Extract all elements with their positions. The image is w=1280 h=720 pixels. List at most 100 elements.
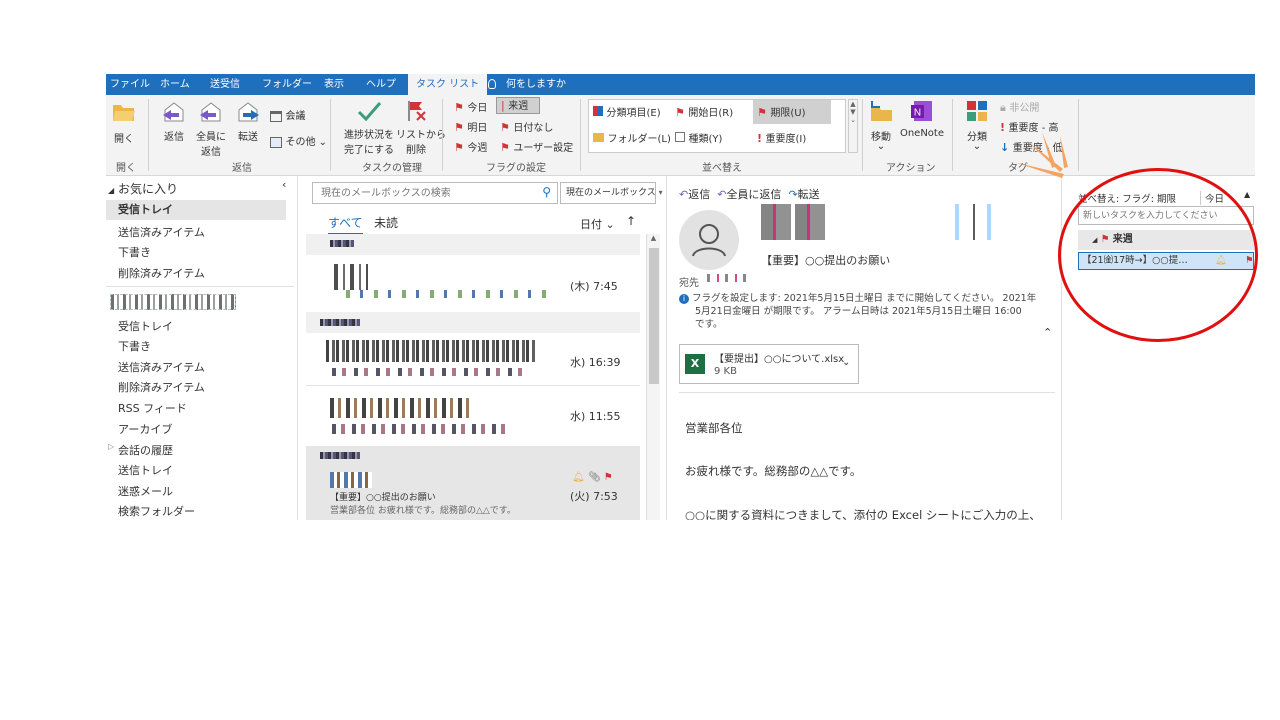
attachment[interactable]: X 【要提出】○○について.xlsx 9 KB ⌄ xyxy=(679,344,859,384)
folder-archive[interactable]: アーカイブ xyxy=(118,421,172,437)
sort-by-date-button[interactable]: 日付 ⌄ xyxy=(580,216,615,232)
other-button[interactable]: その他 ⌄ xyxy=(270,133,327,148)
task-group-next-week[interactable]: ◢ ⚑ 来週 xyxy=(1078,230,1254,250)
exclamation-icon: ! xyxy=(757,132,763,145)
tab-view[interactable]: 表示 xyxy=(324,74,344,95)
list-item[interactable]: 水) 16:39 xyxy=(306,334,640,386)
attachment-name: 【要提出】○○について.xlsx xyxy=(714,354,845,365)
folder-conversation-history[interactable]: 会話の履歴 xyxy=(118,442,173,458)
open-button[interactable]: 開く xyxy=(112,101,136,145)
meeting-button[interactable]: 会議 xyxy=(270,107,306,122)
tab-folder[interactable]: フォルダー xyxy=(262,74,312,95)
category-tiles-icon xyxy=(967,101,987,121)
category-icon xyxy=(593,106,603,116)
avatar[interactable] xyxy=(679,210,739,270)
folder-outbox[interactable]: 送信トレイ xyxy=(118,462,173,478)
sort-folder-button[interactable]: フォルダー(L) xyxy=(593,130,671,145)
account-header-redacted[interactable] xyxy=(110,294,236,310)
excel-icon: X xyxy=(685,354,705,374)
reply-all-button[interactable]: 全員に 返信 xyxy=(196,101,226,158)
scrollbar-thumb[interactable] xyxy=(649,248,659,384)
forward-button[interactable]: ↷転送 xyxy=(788,188,819,201)
sort-due-date-button[interactable]: ⚑ 期限(U) xyxy=(753,100,831,124)
ribbon-separator xyxy=(330,99,331,171)
onenote-button[interactable]: N OneNote xyxy=(898,99,946,139)
folder-open-icon xyxy=(113,105,135,121)
pane-divider xyxy=(106,286,294,287)
collapse-header-icon[interactable]: ⌃ xyxy=(1043,326,1052,339)
reply-button[interactable]: 返信 xyxy=(160,101,188,143)
tab-send-receive[interactable]: 送受信 xyxy=(210,74,240,95)
recipient-redacted[interactable] xyxy=(707,274,747,282)
tab-home[interactable]: ホーム xyxy=(160,74,190,95)
flag-this-week-button[interactable]: ⚑ 今週 xyxy=(454,139,487,154)
ribbon-separator xyxy=(580,99,581,171)
list-scrollbar[interactable]: ▲ xyxy=(646,234,660,520)
folder-search[interactable]: 検索フォルダー xyxy=(118,503,195,519)
classify-button[interactable]: 分類 ⌄ xyxy=(962,99,992,152)
scroll-up-icon[interactable]: ▲ xyxy=(1244,190,1250,199)
flag-next-week-button[interactable]: | 来週 xyxy=(496,97,540,114)
todo-sort-label[interactable]: 並べ替え: フラグ: 期限 xyxy=(1078,191,1176,205)
reply-button[interactable]: ↶返信 xyxy=(679,188,710,201)
folder-drafts-favorite[interactable]: 下書き xyxy=(118,244,151,260)
flag-icon[interactable]: ⚑ xyxy=(604,472,613,483)
folder-rss[interactable]: RSS フィード xyxy=(118,400,187,416)
reply-all-button[interactable]: ↶全員に返信 xyxy=(717,188,781,201)
flag-tomorrow-button[interactable]: ⚑ 明日 xyxy=(454,119,487,134)
search-scope-dropdown[interactable]: 現在のメールボックス ▾ xyxy=(560,182,663,204)
tab-help[interactable]: ヘルプ xyxy=(366,74,396,95)
flag-icon[interactable]: ⚑ xyxy=(1245,253,1253,269)
tab-file[interactable]: ファイル xyxy=(110,74,150,95)
item-time: 水) 11:55 xyxy=(570,410,621,423)
forward-button[interactable]: 転送 xyxy=(234,101,262,143)
sort-direction-arrow-icon[interactable]: ↑ xyxy=(626,214,636,228)
private-button[interactable]: 🔒︎ 非公開 xyxy=(1000,99,1039,115)
tell-me-box[interactable]: 何をしますか xyxy=(488,74,566,95)
search-box[interactable]: ⚲ xyxy=(312,182,558,204)
folder-inbox[interactable]: 受信トレイ xyxy=(118,318,173,334)
flag-no-date-button[interactable]: ⚑ 日付なし xyxy=(500,119,553,134)
task-item[interactable]: 【21㈮17時→】○○提… 🔔︎ ⚑ xyxy=(1078,252,1254,270)
folder-sent-favorite[interactable]: 送信済みアイテム xyxy=(118,224,205,240)
search-input[interactable] xyxy=(313,183,533,203)
search-icon[interactable]: ⚲ xyxy=(542,185,551,199)
list-item[interactable]: 水) 11:55 xyxy=(306,388,640,444)
sort-start-date-button[interactable]: ⚑ 開始日(R) xyxy=(675,104,733,119)
move-button[interactable]: 移動 ⌄ xyxy=(866,99,896,152)
list-group-header[interactable] xyxy=(306,234,640,255)
forward-icon: ↷ xyxy=(788,188,798,201)
list-item-selected[interactable]: 【重要】○○提出のお願い 営業部各位 お疲れ様です。総務部の△△です。 🔔︎ 📎… xyxy=(306,446,640,520)
sort-importance-button[interactable]: ! 重要度(I) xyxy=(757,130,806,145)
folder-junk[interactable]: 迷惑メール xyxy=(118,483,173,499)
chevron-down-icon[interactable]: ⌄ xyxy=(842,357,850,368)
flag-today-button[interactable]: ⚑ 今日 xyxy=(454,99,487,114)
sort-category-button[interactable]: 分類項目(E) xyxy=(593,104,661,119)
folder-drafts[interactable]: 下書き xyxy=(118,338,151,354)
reading-toolbar: ↶返信 ↶全員に返信 ↷転送 xyxy=(679,186,820,202)
item-preview: 営業部各位 お疲れ様です。総務部の△△です。 xyxy=(330,506,516,516)
remove-from-list-button[interactable]: リストから 削除 xyxy=(396,99,446,156)
mark-complete-button[interactable]: 進捗状況を 完了にする xyxy=(342,99,396,156)
folder-deleted-favorite[interactable]: 削除済みアイテム xyxy=(118,265,205,281)
list-item[interactable]: (木) 7:45 xyxy=(306,256,640,310)
new-task-input[interactable] xyxy=(1079,207,1249,224)
outlook-window: ファイル ホーム 送受信 フォルダー 表示 ヘルプ タスク リスト 何をしますか… xyxy=(106,74,1255,520)
new-task-box[interactable] xyxy=(1078,206,1254,225)
list-group-header[interactable] xyxy=(306,312,640,333)
folder-deleted[interactable]: 削除済みアイテム xyxy=(118,379,205,395)
todo-today-button[interactable]: 今日 xyxy=(1200,191,1224,205)
collapse-pane-icon[interactable]: ‹ xyxy=(282,178,286,191)
sort-type-button[interactable]: 種類(Y) xyxy=(675,130,722,145)
favorites-header[interactable]: ◢ お気に入り xyxy=(108,180,178,197)
paperclip-icon: 📎︎ xyxy=(587,472,601,483)
expand-triangle-icon[interactable]: ▷ xyxy=(108,442,114,451)
flag-custom-button[interactable]: ⚑ ユーザー設定 xyxy=(500,139,573,154)
tab-task-list[interactable]: タスク リスト xyxy=(408,74,488,95)
scroll-up-icon[interactable]: ▲ xyxy=(647,234,660,242)
gallery-scroll[interactable]: ▲ ▼ ⌄ xyxy=(848,99,858,153)
folder-inbox-favorite[interactable]: 受信トレイ xyxy=(106,200,286,220)
filter-unread-tab[interactable]: 未読 xyxy=(374,214,398,231)
filter-all-tab[interactable]: すべて xyxy=(328,214,363,235)
folder-sent[interactable]: 送信済みアイテム xyxy=(118,359,205,375)
